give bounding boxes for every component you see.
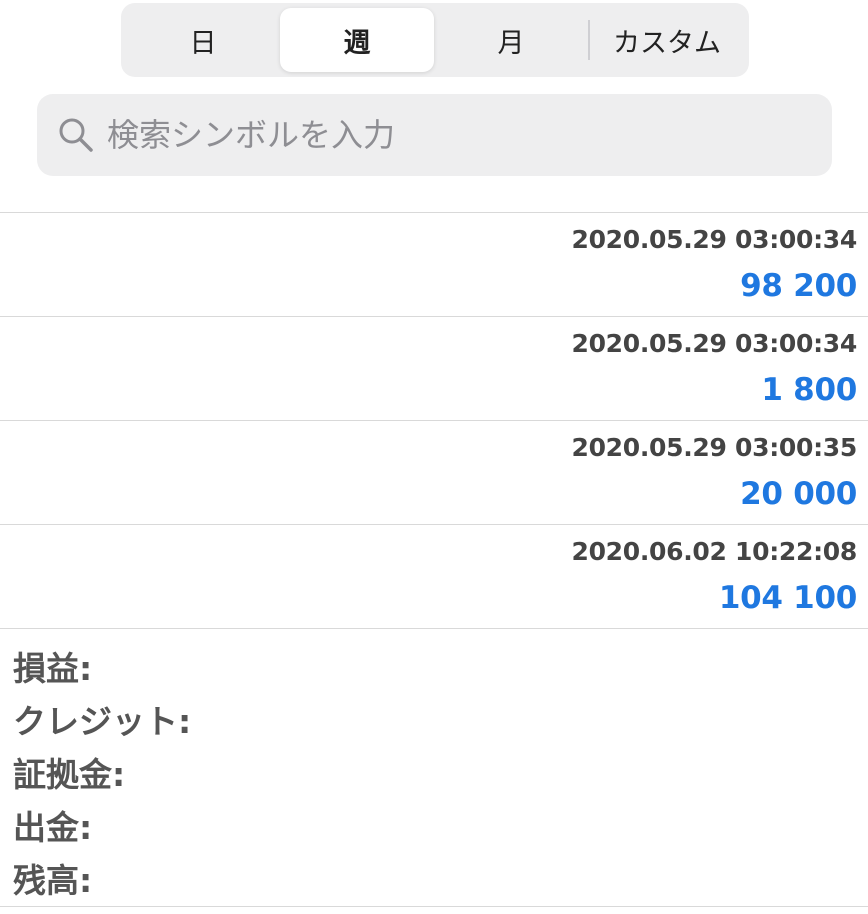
summary-profit-label: 損益:	[13, 649, 93, 688]
transaction-timestamp: 2020.05.29 03:00:34	[571, 329, 857, 358]
transaction-amount: 104 100	[718, 580, 857, 616]
transaction-timestamp: 2020.06.02 10:22:08	[571, 537, 857, 566]
transaction-timestamp: 2020.05.29 03:00:34	[571, 225, 857, 254]
tab-week[interactable]: 週	[280, 8, 434, 72]
bottom-divider	[0, 906, 868, 907]
account-summary: 損益: クレジット: 証拠金: 出金: 残高:	[13, 642, 191, 907]
list-divider	[0, 628, 868, 629]
transaction-list: 2020.05.29 03:00:34 98 200 2020.05.29 03…	[0, 212, 868, 629]
summary-withdrawal-label: 出金:	[13, 808, 93, 847]
summary-margin-label: 証拠金:	[13, 755, 126, 794]
summary-credit-label: クレジット:	[13, 702, 192, 741]
transaction-timestamp: 2020.05.29 03:00:35	[571, 433, 857, 462]
list-item[interactable]: 2020.05.29 03:00:34 98 200	[0, 212, 868, 316]
list-item[interactable]: 2020.06.02 10:22:08 104 100	[0, 524, 868, 628]
search-input[interactable]	[105, 115, 809, 155]
period-segmented-control: 日 週 月 カスタム	[121, 3, 749, 77]
transaction-amount: 1 800	[761, 372, 857, 408]
transaction-amount: 98 200	[740, 268, 857, 304]
search-icon	[59, 118, 93, 152]
tab-day[interactable]: 日	[126, 8, 280, 72]
tab-month[interactable]: 月	[434, 8, 588, 72]
search-bar[interactable]	[37, 94, 832, 176]
list-item[interactable]: 2020.05.29 03:00:35 20 000	[0, 420, 868, 524]
list-item[interactable]: 2020.05.29 03:00:34 1 800	[0, 316, 868, 420]
transaction-amount: 20 000	[740, 476, 857, 512]
tab-custom[interactable]: カスタム	[590, 8, 744, 72]
summary-balance-label: 残高:	[13, 861, 93, 900]
